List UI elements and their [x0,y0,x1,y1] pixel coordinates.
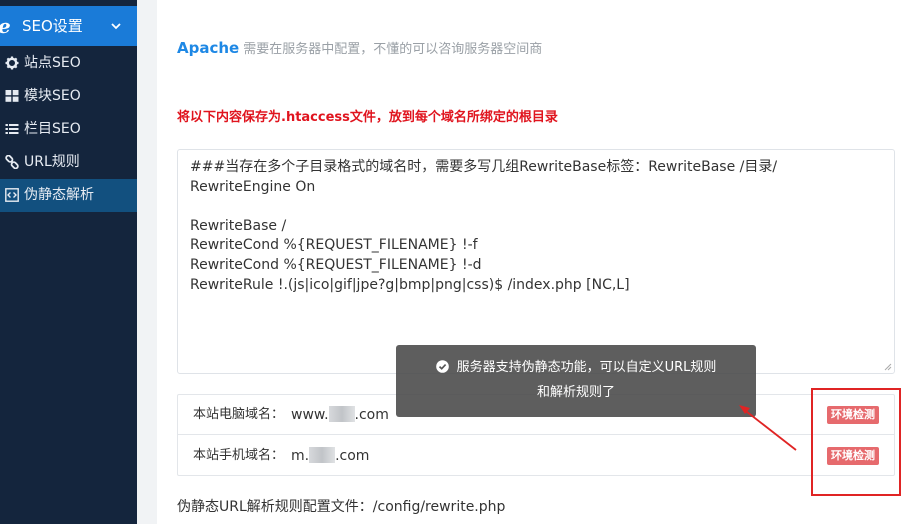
main-panel: Apache 需要在服务器中配置，不懂的可以咨询服务器空间商 将以下内容保存为.h… [157,0,908,524]
sidebar-item-column-seo[interactable]: 栏目SEO [0,113,137,146]
code-line: ###当存在多个子目录格式的域名时，需要多写几组RewriteBase标签：Re… [190,159,778,175]
check-circle-icon [435,360,449,373]
domain-suffix: .com [354,407,389,423]
sidebar: e SEO设置 站点SEO 模块SEO 栏目SE [0,0,137,524]
domain-suffix: .com [335,448,370,464]
apache-heading: Apache 需要在服务器中配置，不懂的可以咨询服务器空间商 [177,38,542,60]
toast-text: 服务器支持伪静态功能，可以自定义URL规则 [456,360,717,375]
code-line: RewriteEngine On [190,178,316,195]
sidebar-item-site-seo[interactable]: 站点SEO [0,47,137,80]
sidebar-header-seo-settings[interactable]: e SEO设置 [0,6,137,46]
domain-prefix: m. [291,448,310,464]
sidebar-item-module-seo[interactable]: 模块SEO [0,80,137,113]
code-line: RewriteBase / [190,217,287,234]
chevron-down-icon [111,23,121,30]
code-line: RewriteCond %{REQUEST_FILENAME} !-d [190,256,482,273]
redacted-block [328,406,355,422]
pc-domain-value: www. .com [291,405,389,425]
sidebar-item-url-rules[interactable]: URL规则 [0,146,137,179]
toast-line-2: 和解析规则了 [536,385,615,400]
sidebar-item-label: URL规则 [24,154,80,170]
sidebar-header-label: SEO设置 [22,17,83,35]
annotation-highlight-box [811,388,901,496]
code-line: RewriteRule !.(js|ico|gif|jpe?g|bmp|png|… [190,276,630,293]
redacted-block [309,447,336,463]
table-row: 本站手机域名： m. .com 环境检测 [178,436,894,476]
list-icon [5,124,19,134]
config-file-note: 伪静态URL解析规则配置文件：/config/rewrite.php [177,499,506,515]
code-line: RewriteCond %{REQUEST_FILENAME} !-f [190,237,478,254]
e-logo-icon: e [0,14,12,38]
apache-title: Apache [177,39,240,57]
success-toast: 服务器支持伪静态功能，可以自定义URL规则 和解析规则了 [396,345,756,417]
sidebar-item-label: 栏目SEO [24,121,81,137]
rewrite-rules-textarea[interactable]: ###当存在多个子目录格式的域名时，需要多写几组RewriteBase标签：Re… [177,149,895,374]
pc-domain-label: 本站电脑域名： [193,407,285,422]
domain-prefix: www. [291,407,329,423]
code-icon [5,188,19,202]
mobile-domain-value: m. .com [291,446,369,466]
sidebar-item-label: 模块SEO [24,88,81,104]
sidebar-item-pseudo-static[interactable]: 伪静态解析 [0,179,137,212]
link-icon [5,155,19,169]
apache-description: 需要在服务器中配置，不懂的可以咨询服务器空间商 [243,42,543,57]
grid-icon [5,90,19,102]
toast-line-1: 服务器支持伪静态功能，可以自定义URL规则 [396,358,756,378]
sidebar-item-label: 站点SEO [24,55,81,71]
sidebar-item-label: 伪静态解析 [24,187,94,203]
mobile-domain-label: 本站手机域名： [193,448,285,463]
resize-handle-icon[interactable] [884,363,892,371]
gear-icon [5,56,19,70]
htaccess-warning: 将以下内容保存为.htaccess文件，放到每个域名所绑定的根目录 [177,110,558,125]
